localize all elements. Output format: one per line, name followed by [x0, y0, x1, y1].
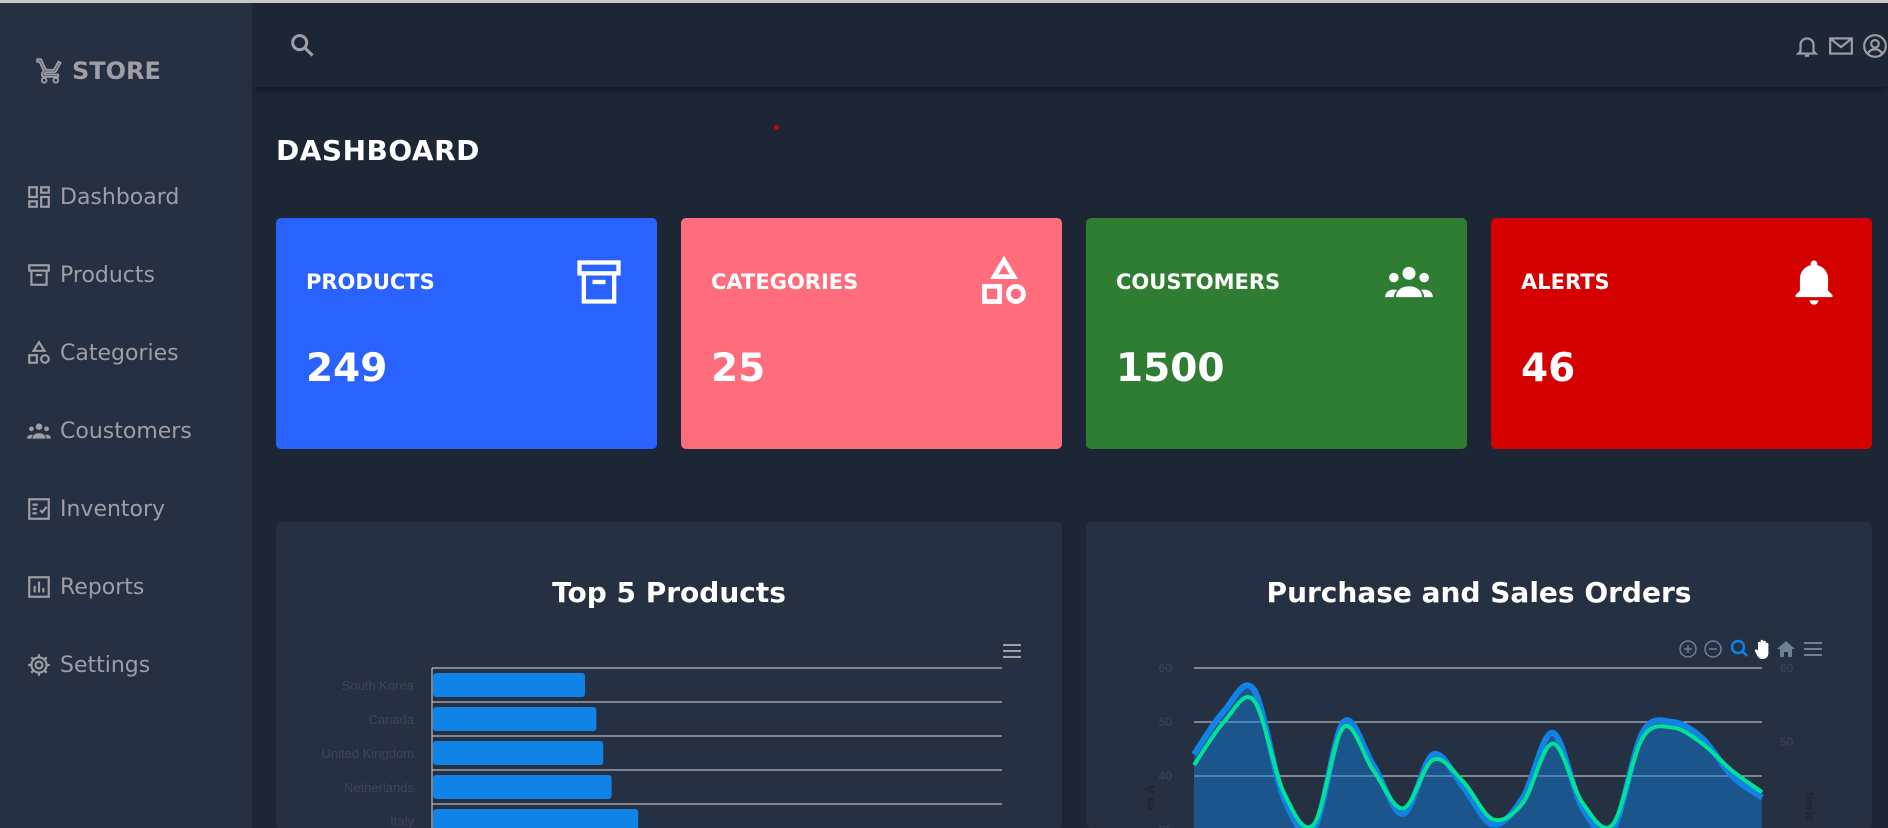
sidebar-item-inventory[interactable]: Inventory: [0, 470, 252, 548]
top-products-chart: South Korea Canada United Kingdom Netherlan…: [322, 667, 1002, 828]
sidebar-item-settings[interactable]: Settings: [0, 626, 252, 704]
card-products[interactable]: PRODUCTS 249: [276, 218, 657, 449]
sidebar-item-label: Dashboard: [60, 184, 180, 210]
cursor-dot: [774, 125, 779, 130]
card-title: PRODUCTS: [306, 270, 435, 294]
gear-icon: [28, 654, 50, 676]
sidebar-item-categories[interactable]: Categories: [0, 314, 252, 392]
home-icon[interactable]: [1777, 641, 1795, 657]
category-label: Canada: [368, 712, 414, 727]
card-title: COUSTOMERS: [1116, 270, 1281, 294]
zoom-out-icon[interactable]: [1704, 640, 1722, 658]
card-title: ALERTS: [1521, 270, 1610, 294]
people-icon: [1385, 266, 1433, 298]
people-icon: [27, 423, 51, 439]
pan-hand-icon[interactable]: [1754, 639, 1769, 659]
y-axis-label-right: Serie: [1803, 792, 1817, 822]
orders-chart: 60 50 40 30 60 50 es A Serie: [1143, 661, 1817, 828]
search-icon[interactable]: [288, 31, 316, 59]
card-value: 46: [1521, 346, 1576, 391]
top-products-panel: Top 5 Products South Korea Canada United K…: [276, 522, 1062, 828]
y-tick-label-left: 60: [1159, 661, 1173, 675]
chart-title: Purchase and Sales Orders: [1266, 576, 1692, 609]
bar[interactable]: [433, 809, 639, 828]
category-label: Netherlands: [344, 780, 415, 795]
mail-icon[interactable]: [1828, 33, 1854, 59]
archive-icon: [577, 260, 621, 304]
bar[interactable]: [433, 673, 585, 697]
sidebar-item-reports[interactable]: Reports: [0, 548, 252, 626]
brand-name: STORE: [72, 57, 161, 85]
y-tick-label-left: 50: [1159, 715, 1173, 729]
y-axis-label-left: es A: [1143, 785, 1157, 810]
bell-icon[interactable]: [1794, 33, 1820, 59]
brand[interactable]: STORE: [36, 57, 161, 85]
card-alerts[interactable]: ALERTS 46: [1491, 218, 1872, 449]
header-actions: [1794, 33, 1888, 59]
archive-icon: [28, 264, 50, 286]
bar[interactable]: [433, 741, 604, 765]
orders-panel: Purchase and Sales Orders 60 50 40 30 60 50 es…: [1086, 522, 1872, 828]
cart-icon: [36, 58, 62, 84]
sidebar-item-label: Categories: [60, 340, 179, 366]
page-title: DASHBOARD: [276, 134, 480, 167]
checklist-icon: [28, 498, 50, 520]
sidebar-item-label: Products: [60, 262, 155, 288]
category-label: United Kingdom: [322, 746, 415, 761]
y-tick-label-left: 30: [1159, 823, 1173, 828]
bar[interactable]: [433, 775, 612, 799]
sidebar-item-products[interactable]: Products: [0, 236, 252, 314]
menu-icon[interactable]: [1804, 642, 1822, 656]
sidebar: STORE Dashboard Products Categories Cous…: [0, 3, 252, 828]
y-tick-label-left: 40: [1159, 769, 1173, 783]
top-header: [252, 3, 1888, 87]
bar-chart-icon: [28, 576, 50, 598]
menu-icon[interactable]: [1001, 642, 1023, 660]
card-value: 1500: [1116, 346, 1225, 391]
category-label: Italy: [390, 814, 414, 828]
y-tick-label-right: 50: [1780, 735, 1794, 749]
chart-toolbar: [1679, 639, 1822, 659]
sidebar-item-label: Coustomers: [60, 418, 192, 444]
sidebar-item-dashboard[interactable]: Dashboard: [0, 158, 252, 236]
card-value: 25: [711, 346, 766, 391]
y-tick-label-right: 60: [1780, 661, 1794, 675]
sidebar-item-coustomers[interactable]: Coustomers: [0, 392, 252, 470]
sidebar-item-label: Settings: [60, 652, 151, 678]
zoom-in-icon[interactable]: [1679, 640, 1697, 658]
bar[interactable]: [433, 707, 597, 731]
sidebar-item-label: Inventory: [60, 496, 166, 522]
shapes-icon: [28, 340, 50, 364]
card-value: 249: [306, 346, 388, 391]
dashboard-icon: [28, 186, 50, 208]
category-label: South Korea: [342, 678, 415, 693]
sidebar-item-label: Reports: [60, 574, 145, 600]
card-categories[interactable]: CATEGORIES 25: [681, 218, 1062, 449]
bell-icon: [1795, 260, 1833, 305]
chart-title: Top 5 Products: [552, 576, 786, 609]
sidebar-nav: Dashboard Products Categories Coustomers…: [0, 158, 252, 704]
card-title: CATEGORIES: [711, 270, 859, 294]
account-icon[interactable]: [1862, 33, 1888, 59]
zoom-select-icon[interactable]: [1730, 639, 1748, 657]
shapes-icon: [982, 256, 1026, 304]
card-coustomers[interactable]: COUSTOMERS 1500: [1086, 218, 1467, 449]
